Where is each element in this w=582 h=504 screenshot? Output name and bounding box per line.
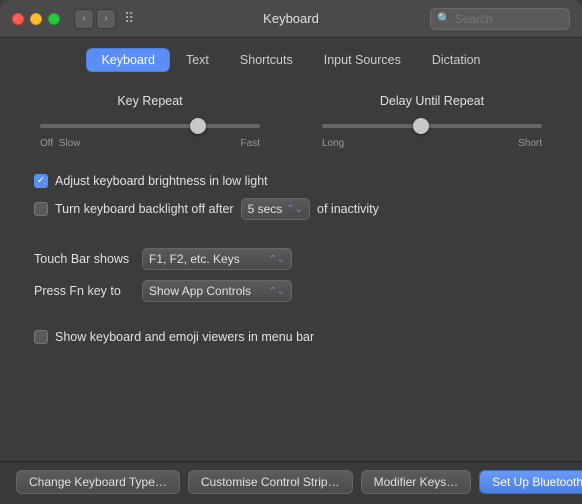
touch-bar-row: Touch Bar shows F1, F2, etc. Keys ⌃⌄ (30, 248, 552, 270)
adjust-brightness-label: Adjust keyboard brightness in low light (55, 174, 268, 188)
search-box[interactable]: 🔍 (430, 8, 570, 30)
fn-key-arrow: ⌃⌄ (268, 286, 285, 297)
key-repeat-slider[interactable] (40, 116, 260, 136)
backlight-duration-value: 5 secs (248, 202, 283, 216)
show-viewers-checkbox[interactable] (34, 330, 48, 344)
show-viewers-row: Show keyboard and emoji viewers in menu … (30, 330, 552, 344)
search-icon: 🔍 (437, 12, 451, 25)
key-repeat-off-label: Off Slow (40, 138, 80, 149)
maximize-button[interactable] (48, 13, 60, 25)
backlight-off-checkbox[interactable] (34, 202, 48, 216)
content-area: Key Repeat Off Slow Fast Delay Until Rep… (0, 80, 582, 461)
backlight-duration-dropdown[interactable]: 5 secs ⌃⌄ (241, 198, 310, 220)
tab-shortcuts[interactable]: Shortcuts (225, 48, 308, 72)
delay-repeat-short-label: Short (518, 138, 542, 149)
minimize-button[interactable] (30, 13, 42, 25)
delay-repeat-labels: Long Short (322, 138, 542, 149)
key-repeat-group: Key Repeat Off Slow Fast (40, 94, 260, 149)
touch-bar-value: F1, F2, etc. Keys (149, 252, 240, 266)
delay-repeat-long-label: Long (322, 138, 344, 149)
backlight-off-row: Turn keyboard backlight off after 5 secs… (30, 198, 552, 220)
adjust-brightness-row: ✓ Adjust keyboard brightness in low ligh… (30, 174, 552, 188)
keyboard-window: ‹ › ⠿ Keyboard 🔍 Keyboard Text Shortcuts… (0, 0, 582, 504)
traffic-lights (12, 13, 60, 25)
key-repeat-labels: Off Slow Fast (40, 138, 260, 149)
touch-bar-arrow: ⌃⌄ (268, 254, 285, 265)
adjust-brightness-checkbox[interactable]: ✓ (34, 174, 48, 188)
delay-repeat-track (322, 124, 542, 128)
backlight-suffix-label: of inactivity (317, 202, 379, 216)
show-viewers-label: Show keyboard and emoji viewers in menu … (55, 330, 314, 344)
customise-control-strip-button[interactable]: Customise Control Strip… (188, 470, 353, 494)
setup-bluetooth-button[interactable]: Set Up Bluetooth Keyboard… (479, 470, 582, 494)
back-button[interactable]: ‹ (74, 9, 94, 29)
sliders-row: Key Repeat Off Slow Fast Delay Until Rep… (30, 90, 552, 149)
touch-bar-dropdown[interactable]: F1, F2, etc. Keys ⌃⌄ (142, 248, 292, 270)
nav-buttons: ‹ › (74, 9, 116, 29)
modifier-keys-button[interactable]: Modifier Keys… (361, 470, 472, 494)
key-repeat-label: Key Repeat (117, 94, 182, 108)
title-bar: ‹ › ⠿ Keyboard 🔍 (0, 0, 582, 38)
grid-button[interactable]: ⠿ (124, 10, 134, 27)
touch-bar-label: Touch Bar shows (34, 252, 134, 266)
fn-key-row: Press Fn key to Show App Controls ⌃⌄ (30, 280, 552, 302)
tab-bar: Keyboard Text Shortcuts Input Sources Di… (0, 38, 582, 80)
backlight-off-label: Turn keyboard backlight off after (55, 202, 234, 216)
forward-button[interactable]: › (96, 9, 116, 29)
delay-repeat-group: Delay Until Repeat Long Short (322, 94, 542, 149)
fn-key-label: Press Fn key to (34, 284, 134, 298)
bottom-bar: Change Keyboard Type… Customise Control … (0, 461, 582, 504)
tab-input-sources[interactable]: Input Sources (309, 48, 416, 72)
change-keyboard-type-button[interactable]: Change Keyboard Type… (16, 470, 180, 494)
tab-keyboard[interactable]: Keyboard (86, 48, 170, 72)
key-repeat-thumb[interactable] (190, 118, 206, 134)
tab-dictation[interactable]: Dictation (417, 48, 496, 72)
fn-key-dropdown[interactable]: Show App Controls ⌃⌄ (142, 280, 292, 302)
delay-repeat-label: Delay Until Repeat (380, 94, 484, 108)
key-repeat-fast-label: Fast (241, 138, 260, 149)
backlight-dropdown-arrow: ⌃⌄ (286, 204, 303, 215)
delay-repeat-slider[interactable] (322, 116, 542, 136)
key-repeat-track (40, 124, 260, 128)
bottom-right-buttons: Customise Control Strip… Modifier Keys… … (188, 470, 582, 494)
tab-text[interactable]: Text (171, 48, 224, 72)
fn-key-value: Show App Controls (149, 284, 251, 298)
close-button[interactable] (12, 13, 24, 25)
checkmark-icon: ✓ (37, 176, 45, 186)
window-title: Keyboard (263, 11, 319, 26)
delay-repeat-thumb[interactable] (413, 118, 429, 134)
search-input[interactable] (455, 12, 563, 26)
